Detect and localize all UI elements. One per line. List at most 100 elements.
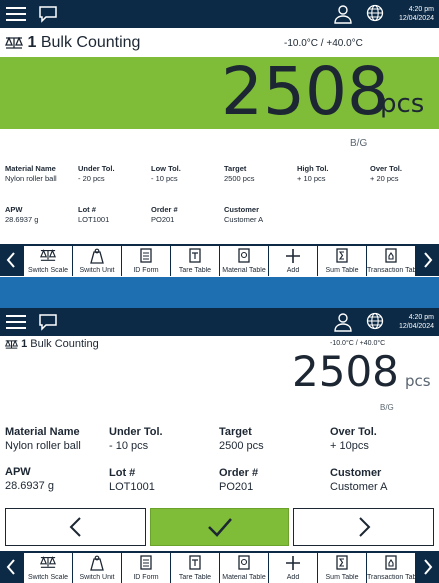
field-over-tol: Over Tol. + 20 pcs xyxy=(370,164,402,183)
field-material-name: Material Name Nylon roller ball xyxy=(5,426,81,452)
plus-icon xyxy=(285,248,301,269)
weight-unit: pcs xyxy=(405,372,431,390)
scroll-right-icon[interactable] xyxy=(417,244,439,276)
status-bar: 4:20 pm 12/04/2024 xyxy=(0,0,439,28)
scale-number: 1 xyxy=(27,34,37,51)
softkey-sum-table[interactable]: Sum Table xyxy=(318,553,366,583)
page-title: 1 Bulk Counting xyxy=(5,34,140,52)
softkey-id-form[interactable]: ID Form xyxy=(122,553,170,583)
softkey-label: Sum Table xyxy=(325,574,359,581)
field-order: Order # PO201 xyxy=(219,467,259,493)
chat-icon[interactable] xyxy=(38,5,58,23)
transaction-icon xyxy=(385,555,397,575)
transaction-icon xyxy=(385,248,397,268)
softkey-label: Tare Table xyxy=(178,267,212,274)
back-button[interactable] xyxy=(5,508,146,546)
field-customer: Customer Customer A xyxy=(330,467,388,493)
page-title: 1 Bulk Counting xyxy=(5,338,99,350)
softkey-switch-unit[interactable]: Switch Unit xyxy=(73,246,121,276)
field-low-tol: Low Tol. - 10 pcs xyxy=(151,164,181,183)
softkey-label: Material Table xyxy=(222,574,266,581)
softkey-label: Switch Unit xyxy=(79,574,115,581)
app-name: Bulk Counting xyxy=(30,338,99,350)
softkey-bar: Switch Scale Switch Unit ID Form Tare Table… xyxy=(0,551,439,583)
softkey-label: Tare Table xyxy=(178,574,212,581)
status-bar: 4:20 pm 12/04/2024 xyxy=(0,308,439,336)
chevron-left-icon xyxy=(69,517,81,537)
material-icon xyxy=(238,248,250,268)
softkeys: Switch Scale Switch Unit ID Form Tare Table… xyxy=(24,553,415,583)
time-text: 4:20 pm xyxy=(408,6,434,13)
field-target: Target 2500 pcs xyxy=(219,426,264,452)
globe-icon[interactable] xyxy=(366,4,384,22)
datetime: 4:20 pm 12/04/2024 xyxy=(399,313,434,331)
field-under-tol: Under Tol. - 10 pcs xyxy=(109,426,163,452)
softkey-label: Switch Unit xyxy=(79,267,115,274)
softkey-tare-table[interactable]: Tare Table xyxy=(171,246,219,276)
app-name: Bulk Counting xyxy=(40,34,141,51)
softkey-label: Add xyxy=(286,267,300,274)
softkey-material-table[interactable]: Material Table xyxy=(220,246,268,276)
user-icon[interactable] xyxy=(334,312,352,332)
softkey-transaction-table[interactable]: Transaction Table xyxy=(367,246,415,276)
screen-divider xyxy=(0,277,439,308)
softkey-label: Add xyxy=(286,574,300,581)
softkey-sum-table[interactable]: Sum Table xyxy=(318,246,366,276)
scroll-left-icon[interactable] xyxy=(0,551,22,583)
softkey-id-form[interactable]: ID Form xyxy=(122,246,170,276)
plus-icon xyxy=(285,555,301,576)
softkey-label: Sum Table xyxy=(325,267,359,274)
tare-icon xyxy=(189,555,201,575)
softkey-label: Switch Scale xyxy=(27,574,69,581)
sum-icon xyxy=(336,248,348,268)
checkmark-icon xyxy=(207,518,232,537)
softkey-switch-scale[interactable]: Switch Scale xyxy=(24,246,72,276)
weight-icon xyxy=(90,555,104,576)
material-icon xyxy=(238,555,250,575)
balance-icon xyxy=(40,555,56,574)
softkey-transaction-table[interactable]: Transaction Table xyxy=(367,553,415,583)
user-icon[interactable] xyxy=(334,4,352,24)
weight-icon xyxy=(90,248,104,269)
sum-icon xyxy=(336,555,348,575)
softkey-add[interactable]: Add xyxy=(269,246,317,276)
date-text: 12/04/2024 xyxy=(398,323,434,330)
softkey-add[interactable]: Add xyxy=(269,553,317,583)
scroll-right-icon[interactable] xyxy=(417,551,439,583)
scale-number: 1 xyxy=(21,338,28,350)
tare-icon xyxy=(189,248,201,268)
menu-icon[interactable] xyxy=(6,315,26,330)
softkey-tare-table[interactable]: Tare Table xyxy=(171,553,219,583)
form-icon xyxy=(140,248,152,268)
scroll-left-icon[interactable] xyxy=(0,244,22,276)
field-lot: Lot # LOT1001 xyxy=(78,205,110,224)
chevron-right-icon xyxy=(358,517,370,537)
softkey-material-table[interactable]: Material Table xyxy=(220,553,268,583)
temperature-range: -10.0°C / +40.0°C xyxy=(330,340,386,347)
field-customer: Customer Customer A xyxy=(224,205,264,224)
field-high-tol: High Tol. + 10 pcs xyxy=(297,164,329,183)
softkey-switch-scale[interactable]: Switch Scale xyxy=(24,553,72,583)
softkey-label: ID Form xyxy=(133,267,159,274)
softkey-label: Material Table xyxy=(222,267,266,274)
field-material-name: Material Name Nylon roller ball xyxy=(5,164,57,183)
field-apw: APW 28.6937 g xyxy=(5,205,39,224)
field-over-tol: Over Tol. + 10pcs xyxy=(330,426,377,452)
gross-net-indicator: B/G xyxy=(350,138,368,149)
globe-icon[interactable] xyxy=(366,312,384,330)
datetime: 4:20 pm 12/04/2024 xyxy=(399,5,434,23)
temperature-range: -10.0°C / +40.0°C xyxy=(284,38,363,49)
balance-icon xyxy=(5,339,18,349)
confirm-button[interactable] xyxy=(150,508,289,546)
field-target: Target 2500 pcs xyxy=(224,164,255,183)
time-text: 4:20 pm xyxy=(408,314,434,321)
form-icon xyxy=(140,555,152,575)
softkey-label: Switch Scale xyxy=(27,267,69,274)
gross-net-indicator: B/G xyxy=(380,403,394,412)
menu-icon[interactable] xyxy=(6,7,26,22)
forward-button[interactable] xyxy=(293,508,434,546)
chat-icon[interactable] xyxy=(38,313,58,331)
field-lot: Lot # LOT1001 xyxy=(109,467,155,493)
softkey-switch-unit[interactable]: Switch Unit xyxy=(73,553,121,583)
softkey-label: Transaction Table xyxy=(367,574,415,581)
